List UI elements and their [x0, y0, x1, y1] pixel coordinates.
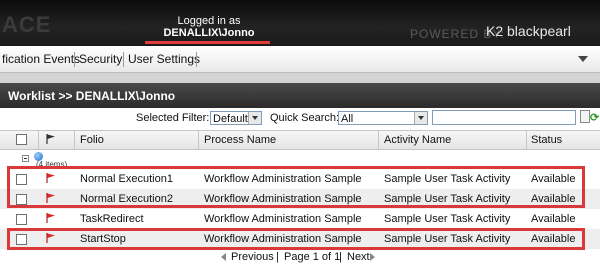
- column-divider: [378, 131, 379, 149]
- column-header-activity-name[interactable]: Activity Name: [384, 134, 451, 146]
- status-cell: Available: [531, 213, 576, 225]
- previous-arrow-icon[interactable]: [221, 253, 226, 261]
- worklist-title: Worklist >> DENALLIX\Jonno: [8, 89, 176, 103]
- menu-divider: [74, 52, 75, 67]
- next-link[interactable]: Next: [347, 251, 370, 263]
- selected-filter-label: Selected Filter:: [136, 112, 210, 124]
- folio-cell[interactable]: TaskRedirect: [80, 213, 144, 225]
- logged-in-label: Logged in as: [177, 15, 241, 27]
- user-highlight-underline: [145, 41, 270, 44]
- quick-search-label: Quick Search:: [270, 112, 340, 124]
- collapse-icon[interactable]: [22, 155, 29, 162]
- login-info: Logged in as DENALLIX\Jonno: [148, 15, 270, 39]
- column-divider: [38, 131, 39, 149]
- pager: Previous | Page 1 of 1 | Next: [0, 250, 600, 266]
- previous-link[interactable]: Previous: [231, 251, 274, 263]
- pager-divider: |: [276, 251, 279, 263]
- page-info: Page 1 of 1: [284, 251, 341, 263]
- search-input[interactable]: [432, 110, 576, 125]
- chevron-down-icon[interactable]: [414, 112, 427, 124]
- column-divider: [526, 131, 527, 149]
- activity-name-cell: Sample User Task Activity: [384, 213, 511, 225]
- process-name-cell: Workflow Administration Sample: [204, 213, 362, 225]
- quick-search-select[interactable]: All: [338, 111, 428, 125]
- menu-item-notification-events[interactable]: fication Events: [2, 52, 80, 66]
- pager-divider: |: [339, 251, 342, 263]
- flag-column-icon: [46, 134, 55, 144]
- menu-dropdown-arrow-icon[interactable]: [578, 56, 588, 62]
- menu-item-security[interactable]: Security: [79, 52, 122, 66]
- menu-divider: [196, 52, 197, 67]
- spacer: [0, 73, 600, 83]
- refresh-icon[interactable]: ⟳: [590, 111, 599, 124]
- document-search-icon[interactable]: [580, 110, 590, 123]
- select-all-checkbox[interactable]: [16, 134, 27, 145]
- logo-fragment: ACE: [2, 12, 52, 37]
- menu-bar: fication Events Security User Settings: [0, 46, 600, 73]
- flag-icon[interactable]: [46, 213, 56, 223]
- selected-filter-value: Default: [213, 113, 248, 125]
- current-user: DENALLIX\Jonno: [163, 27, 255, 39]
- worklist-title-bar: Worklist >> DENALLIX\Jonno: [0, 83, 600, 108]
- row-checkbox[interactable]: [16, 214, 27, 225]
- menu-divider: [123, 52, 124, 67]
- column-divider: [74, 131, 75, 149]
- column-header-folio[interactable]: Folio: [80, 134, 104, 146]
- menu-item-user-settings[interactable]: User Settings: [128, 52, 200, 66]
- highlight-box: [7, 228, 585, 250]
- column-divider: [198, 131, 199, 149]
- table-row[interactable]: TaskRedirect Workflow Administration Sam…: [0, 209, 600, 229]
- next-arrow-icon[interactable]: [370, 253, 375, 261]
- quick-search-value: All: [341, 113, 354, 125]
- column-header-process-name[interactable]: Process Name: [204, 134, 276, 146]
- highlight-box: [7, 166, 585, 208]
- chevron-down-icon[interactable]: [248, 112, 261, 124]
- table-header: Folio Process Name Activity Name Status: [0, 130, 600, 150]
- brand-logo: K2 blackpearl: [486, 23, 571, 39]
- selected-filter-select[interactable]: Default: [210, 111, 262, 125]
- group-row: (4 items): [0, 149, 600, 169]
- app-header: ACE Logged in as DENALLIX\Jonno POWERED …: [0, 0, 600, 46]
- column-header-status[interactable]: Status: [531, 134, 562, 146]
